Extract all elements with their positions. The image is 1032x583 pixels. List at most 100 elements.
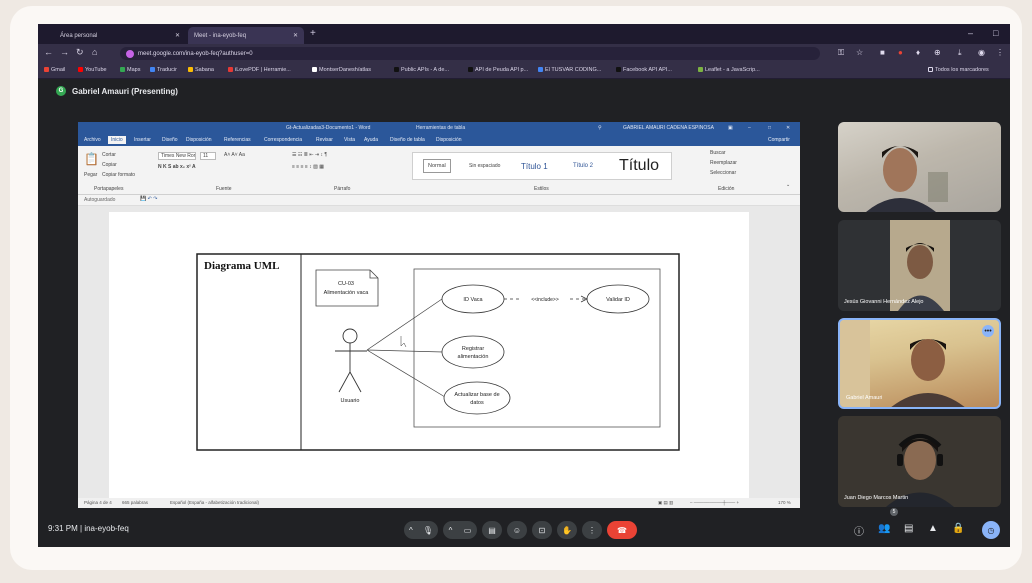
- star-icon[interactable]: ☆: [856, 48, 863, 57]
- minimize-icon[interactable]: –: [968, 28, 973, 38]
- reload-icon[interactable]: ↻: [76, 47, 84, 58]
- style-titulo-2[interactable]: Título 2: [573, 153, 593, 179]
- bookmark-facebook-api[interactable]: Facebook API API...: [616, 67, 672, 73]
- maximize-icon[interactable]: □: [993, 28, 998, 38]
- tab-diseno[interactable]: Diseño: [162, 137, 178, 143]
- forward-icon[interactable]: →: [60, 47, 69, 57]
- bookmark-youtube[interactable]: YouTube: [78, 67, 107, 73]
- close-icon[interactable]: ✕: [175, 32, 180, 39]
- tab-ayuda[interactable]: Ayuda: [364, 137, 378, 143]
- align-icon[interactable]: ≡ ≡ ≡ ≡ ↕ ▨ ▦: [292, 164, 324, 170]
- tab-area-personal[interactable]: Área personal ✕: [54, 27, 186, 44]
- bookmark-leaflet[interactable]: Leaflet - a JavaScrip...: [698, 67, 760, 73]
- participant-tile[interactable]: [838, 122, 1001, 212]
- bookmark-gmail[interactable]: Gmail: [44, 67, 65, 73]
- menu-icon[interactable]: ⋮: [996, 48, 1004, 57]
- new-tab-icon[interactable]: +: [310, 28, 316, 39]
- reactions-button[interactable]: ☺: [507, 521, 527, 539]
- bookmark-coding[interactable]: El TUSVAR CODING...: [538, 67, 601, 73]
- cut-button[interactable]: Cortar: [102, 152, 116, 158]
- people-icon[interactable]: 👥: [878, 523, 890, 534]
- avatar[interactable]: ▣: [728, 125, 733, 131]
- present-button[interactable]: ⊡: [532, 521, 552, 539]
- clipboard-group-label: Portapapeles: [94, 186, 124, 192]
- paste-button[interactable]: Pegar: [84, 172, 97, 178]
- extension-icon[interactable]: ♦: [916, 48, 920, 57]
- bookmark-api-pueda[interactable]: API de Peuda API p...: [468, 67, 528, 73]
- more-options-icon[interactable]: •••: [982, 325, 994, 337]
- style-normal[interactable]: Normal: [423, 159, 451, 173]
- tab-meet[interactable]: Meet - ina-eyob-feq ✕: [188, 27, 304, 44]
- view-icon[interactable]: ▣ ▤ ▥: [658, 500, 673, 506]
- tab-archivo[interactable]: Archivo: [84, 137, 101, 143]
- list-icon[interactable]: ☰ ☷ ≣ ⇤ ⇥ ↕ ¶: [292, 152, 327, 158]
- bookmark-maps[interactable]: Maps: [120, 67, 140, 73]
- tab-diseno-tabla[interactable]: Diseño de tabla: [390, 137, 425, 143]
- paste-icon[interactable]: 📋: [84, 152, 99, 166]
- zoom-level[interactable]: 170 %: [778, 500, 791, 505]
- find-button[interactable]: Buscar: [710, 150, 726, 156]
- info-icon[interactable]: ⓘ: [854, 523, 864, 538]
- tab-vista[interactable]: Vista: [344, 137, 355, 143]
- host-controls-icon[interactable]: 🔒: [952, 523, 964, 534]
- style-titulo-1[interactable]: Título 1: [521, 153, 548, 179]
- tab-revisar[interactable]: Revisar: [316, 137, 333, 143]
- microphone-button[interactable]: ^ 🎙: [404, 521, 438, 539]
- save-icon[interactable]: 💾 ↶ ↷: [140, 196, 157, 202]
- tab-inicio[interactable]: Inicio: [108, 136, 126, 144]
- extension-icon[interactable]: ●: [898, 48, 903, 57]
- leave-call-button[interactable]: ☎: [607, 521, 637, 539]
- minimize-icon[interactable]: –: [748, 125, 751, 131]
- participant-tile[interactable]: Jesús Giovanni Hernández Alejo: [838, 220, 1001, 311]
- extensions-icon[interactable]: ⊕: [934, 48, 941, 57]
- bookmark-traducir[interactable]: Traducir: [150, 67, 177, 73]
- copy-button[interactable]: Copiar: [102, 162, 117, 168]
- home-icon[interactable]: ⌂: [92, 47, 97, 57]
- all-bookmarks[interactable]: Todos los marcadores: [928, 67, 989, 73]
- camera-button[interactable]: ^ ▭: [443, 521, 477, 539]
- use-case-actualizar: [443, 381, 511, 415]
- close-icon[interactable]: ✕: [293, 32, 298, 39]
- more-options-button[interactable]: ⋮: [582, 521, 602, 539]
- participant-tile[interactable]: Juan Diego Marcos Martin: [838, 416, 1001, 507]
- url-field[interactable]: meet.google.com/ina-eyob-feq?authuser=0: [120, 47, 820, 60]
- captions-button[interactable]: ▤: [482, 521, 502, 539]
- raise-hand-button[interactable]: ✋: [557, 521, 577, 539]
- bookmark-ilovepdf[interactable]: iLovePDF | Herramie...: [228, 67, 291, 73]
- bookmark-sabana[interactable]: Sabana: [188, 67, 214, 73]
- tab-correspondencia[interactable]: Correspondencia: [264, 137, 302, 143]
- timer-icon[interactable]: ◷: [982, 521, 1000, 539]
- share-button[interactable]: Compartir: [768, 137, 790, 143]
- language[interactable]: Español (España - alfabetización tradici…: [170, 500, 259, 505]
- font-size-select[interactable]: 11: [200, 152, 216, 160]
- profile-icon[interactable]: ◉: [978, 48, 985, 57]
- replace-button[interactable]: Reemplazar: [710, 160, 737, 166]
- key-icon[interactable]: ⚿: [838, 48, 844, 58]
- download-icon[interactable]: ⤓: [958, 48, 962, 58]
- style-sin-espaciado[interactable]: Sin espaciado: [469, 153, 500, 179]
- style-titulo[interactable]: Título: [619, 153, 659, 179]
- select-button[interactable]: Seleccionar: [710, 170, 736, 176]
- site-info-icon[interactable]: [126, 49, 134, 58]
- format-painter-button[interactable]: Copiar formato: [102, 172, 135, 178]
- activities-icon[interactable]: ▲: [928, 523, 938, 534]
- bookmark-github[interactable]: MontserDanesh/atlas: [312, 67, 371, 73]
- chat-icon[interactable]: ▤: [904, 523, 913, 534]
- include-label: <<include>>: [531, 297, 559, 303]
- maximize-icon[interactable]: □: [768, 125, 771, 131]
- font-name-select[interactable]: Times New Roman: [158, 152, 196, 160]
- search-icon[interactable]: ⚲: [598, 125, 602, 131]
- bookmark-public-apis[interactable]: Public APIs - A de...: [394, 67, 449, 73]
- zoom-slider[interactable]: – ─────────┼─── +: [690, 500, 739, 505]
- back-icon[interactable]: ←: [44, 47, 53, 57]
- tab-disposicion[interactable]: Disposición: [186, 137, 212, 143]
- tab-disposicion-tabla[interactable]: Disposición: [436, 137, 462, 143]
- tab-insertar[interactable]: Insertar: [134, 137, 151, 143]
- close-icon[interactable]: ✕: [786, 125, 790, 131]
- participant-tile[interactable]: ••• Gabriel Amauri: [838, 318, 1001, 409]
- bold-icon[interactable]: N K S ab x₂ x² A: [158, 164, 196, 170]
- extension-icon[interactable]: ■: [880, 48, 885, 57]
- tab-referencias[interactable]: Referencias: [224, 137, 251, 143]
- grow-font-icon[interactable]: A˄ A˅ Aa: [224, 152, 245, 158]
- collapse-ribbon-icon[interactable]: ⌄: [786, 182, 790, 188]
